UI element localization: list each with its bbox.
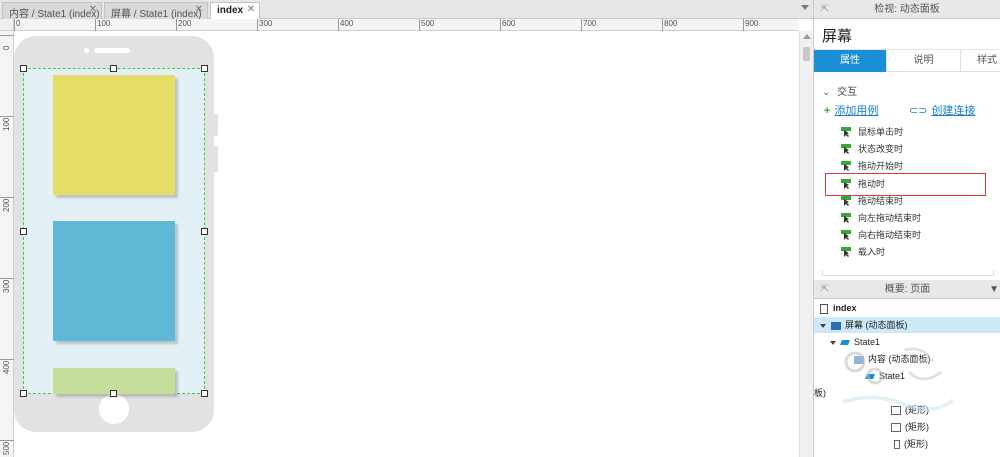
event-item-swipe-right[interactable]: 向右拖动结束时: [841, 227, 921, 243]
ruler-tick: 0: [14, 19, 20, 31]
outline-item-screen-panel[interactable]: 屏幕 (动态面板): [814, 317, 1000, 333]
event-item-click[interactable]: 鼠标单击时: [841, 124, 903, 140]
phone-home-button: [99, 394, 129, 424]
add-case-link[interactable]: + 添加用例: [824, 102, 878, 118]
phone-side-button: [214, 114, 218, 136]
cursor-event-icon: [841, 230, 851, 240]
canvas-scrollbar[interactable]: [799, 31, 813, 457]
ruler-tick: 500: [419, 19, 434, 31]
vertical-ruler: 0 100 200 300 400 500: [0, 31, 14, 457]
scroll-thumb[interactable]: [803, 47, 810, 61]
selection-handle[interactable]: [201, 390, 208, 397]
cursor-event-icon: [841, 196, 851, 206]
phone-mockup: [14, 36, 218, 432]
design-canvas[interactable]: [14, 32, 799, 457]
tab-notes[interactable]: 说明: [887, 50, 961, 72]
event-item-swipe-left[interactable]: 向左拖动结束时: [841, 210, 921, 226]
selection-handle[interactable]: [201, 228, 208, 235]
selection-handle[interactable]: [201, 65, 208, 72]
phone-speaker: [94, 48, 130, 53]
selection-handle[interactable]: [20, 65, 27, 72]
link-icon: ⊂⊃: [909, 105, 928, 117]
add-case-label: 添加用例: [834, 105, 879, 117]
filter-icon[interactable]: ▼: [989, 280, 999, 299]
tab-index[interactable]: index ✕: [210, 2, 260, 19]
dynamic-panel-icon: [831, 321, 841, 330]
close-icon[interactable]: ✕: [247, 4, 255, 15]
watermark: [842, 347, 953, 412]
highlight-box: [825, 173, 986, 196]
inspector-header-label: 检视: 动态面板: [874, 4, 940, 15]
cursor-event-icon: [841, 161, 851, 171]
ruler-tick: 200: [176, 19, 191, 31]
selection-handle[interactable]: [110, 65, 117, 72]
cursor-event-icon: [841, 247, 851, 257]
ruler-tick: 300: [257, 19, 272, 31]
document-tab-bar: 内容 / State1 (index) ✕ 屏幕 / State1 (index…: [0, 0, 813, 20]
tab-screen-state1[interactable]: 屏幕 / State1 (index) ✕: [104, 2, 208, 20]
create-link-link[interactable]: ⊂⊃ 创建连接: [909, 102, 975, 118]
section-label: 交互: [837, 87, 858, 98]
inspector-tabs: 属性 说明 样式: [814, 50, 1000, 72]
event-item-load[interactable]: 载入时: [841, 244, 885, 260]
interaction-section-header[interactable]: ⌄ 交互: [822, 83, 857, 98]
blue-rectangle[interactable]: [53, 221, 175, 341]
chevron-down-icon: ⌄: [822, 87, 831, 98]
tab-content-state1[interactable]: 内容 / State1 (index) ✕: [2, 2, 102, 20]
ruler-tick: 300: [0, 278, 14, 293]
tab-properties[interactable]: 属性: [814, 50, 887, 72]
pin-icon[interactable]: ⇱: [821, 0, 829, 19]
outline-header-label: 概要: 页面: [884, 284, 931, 295]
ruler-tick: 700: [581, 19, 596, 31]
ruler-tick: 200: [0, 197, 14, 212]
ruler-tick: 400: [338, 19, 353, 31]
ruler-corner: [0, 19, 14, 31]
ruler-tick: 100: [95, 19, 110, 31]
ruler-tick: 100: [0, 116, 14, 131]
outline-item-rect[interactable]: (矩形): [814, 436, 928, 452]
chevron-down-icon[interactable]: [801, 5, 809, 10]
plus-icon: +: [824, 105, 831, 117]
yellow-rectangle[interactable]: [53, 75, 175, 195]
rectangle-icon: [891, 423, 901, 433]
outline-cut-label: 板): [814, 388, 826, 398]
inspector-header: ⇱ 检视: 动态面板: [814, 0, 1000, 19]
expand-triangle-icon[interactable]: [820, 323, 826, 328]
tab-style[interactable]: 样式: [961, 50, 1000, 72]
create-link-label: 创建连接: [931, 105, 976, 117]
scroll-up-icon[interactable]: [803, 34, 811, 39]
ruler-tick: 900: [743, 19, 758, 31]
cursor-event-icon: [841, 127, 851, 137]
outline-header: ⇱ 概要: 页面 ▼: [814, 280, 1000, 299]
inspector-title: 屏幕: [814, 19, 1000, 50]
selection-handle[interactable]: [20, 390, 27, 397]
horizontal-ruler: 0 100 200 300 400 500 600 700 800 900: [14, 19, 799, 31]
pin-icon[interactable]: ⇱: [821, 280, 829, 299]
ruler-tick: 0: [0, 35, 14, 50]
phone-side-button: [214, 146, 218, 172]
ruler-tick: 600: [500, 19, 515, 31]
ruler-tick: 800: [662, 19, 677, 31]
phone-camera: [84, 48, 89, 53]
rectangle-icon: [894, 440, 900, 450]
cursor-event-icon: [841, 144, 851, 154]
ruler-tick: 500: [0, 440, 14, 455]
screen-dynamic-panel[interactable]: [23, 68, 205, 394]
outline-item-page[interactable]: index: [814, 300, 1000, 316]
page-icon: [820, 303, 828, 314]
close-icon[interactable]: ✕: [89, 4, 97, 15]
event-item-drag-start[interactable]: 拖动开始时: [841, 158, 903, 174]
selection-handle[interactable]: [110, 390, 117, 397]
selection-handle[interactable]: [20, 228, 27, 235]
tab-label: index: [217, 5, 244, 16]
event-item-state-change[interactable]: 状态改变时: [841, 141, 903, 157]
ruler-tick: 400: [0, 359, 14, 374]
cursor-event-icon: [841, 213, 851, 223]
close-icon[interactable]: ✕: [195, 4, 203, 15]
panel-scroll-edge: [822, 270, 994, 276]
